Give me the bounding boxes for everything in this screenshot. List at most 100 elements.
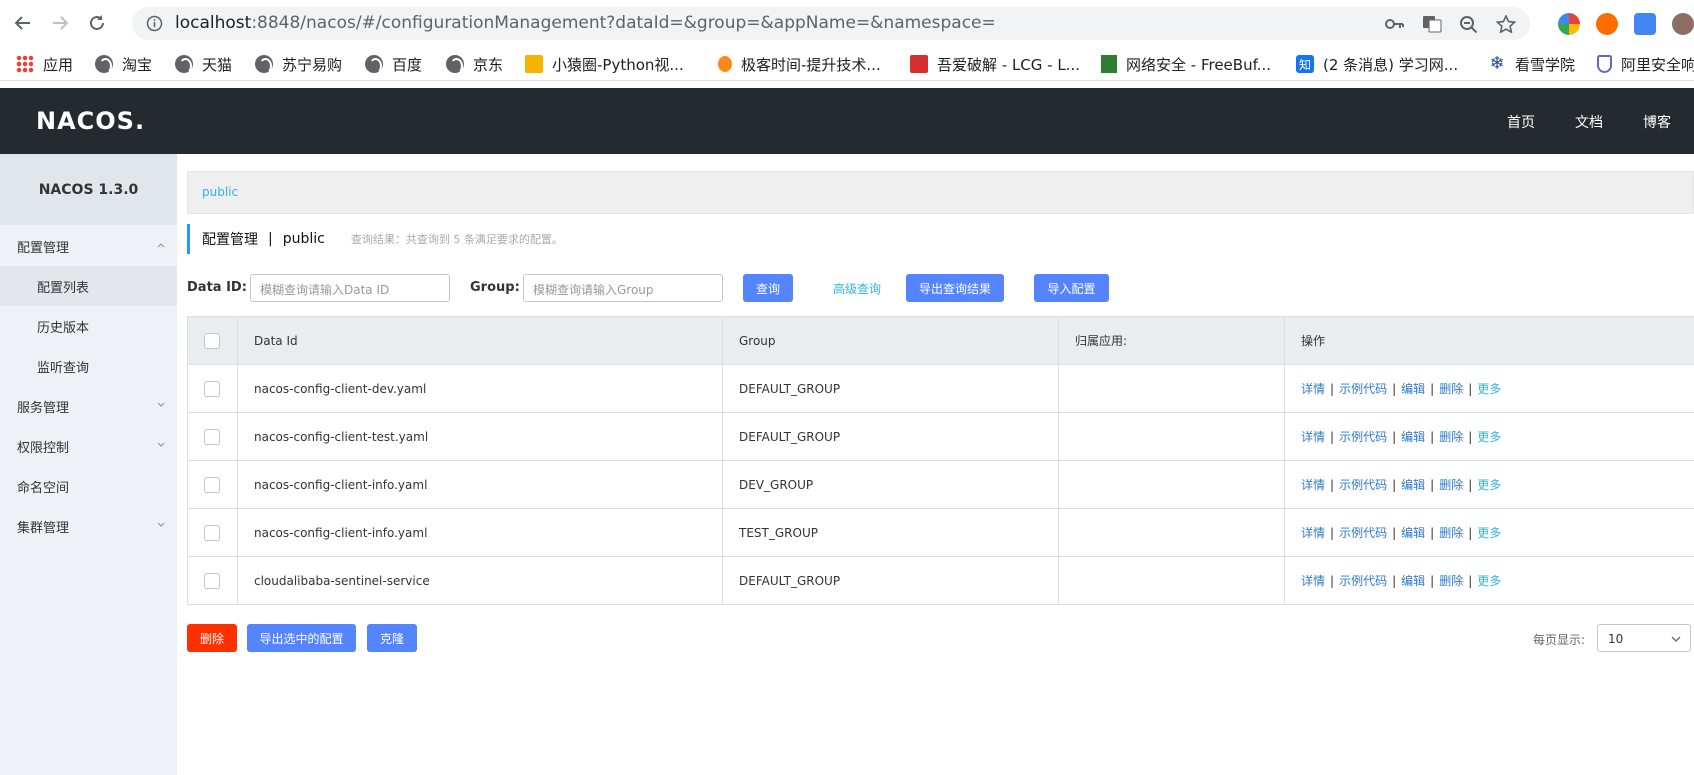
detail-link[interactable]: 详情 [1301, 476, 1325, 493]
zoom-out-icon[interactable] [1459, 15, 1479, 33]
sidebar-item-history[interactable]: 历史版本 [0, 306, 177, 346]
bookmark-suning[interactable]: 苏宁易购 [255, 53, 342, 75]
bookmark-aliyun-security[interactable]: 阿里安全响 [1597, 53, 1694, 75]
bookmark-tmall[interactable]: 天猫 [175, 53, 232, 75]
clone-button[interactable]: 克隆 [367, 624, 417, 652]
detail-link[interactable]: 详情 [1301, 428, 1325, 445]
bookmark-geekbang[interactable]: 极客时间-提升技术... [718, 53, 881, 75]
edit-link[interactable]: 编辑 [1401, 476, 1425, 493]
row-checkbox[interactable] [204, 476, 220, 493]
sidebar-item-config-management[interactable]: 配置管理 [0, 226, 177, 266]
export-results-button[interactable]: 导出查询结果 [906, 274, 1004, 302]
query-button[interactable]: 查询 [743, 274, 793, 302]
profile-avatar-icon[interactable] [1672, 13, 1694, 35]
dataid-search-input[interactable]: 模糊查询请输入Data ID [250, 274, 450, 302]
edit-link[interactable]: 编辑 [1401, 524, 1425, 541]
key-icon[interactable] [1384, 15, 1404, 33]
sample-code-link[interactable]: 示例代码 [1339, 380, 1387, 397]
delete-selected-button[interactable]: 删除 [187, 624, 237, 652]
nacos-logo[interactable]: NACOS. [36, 107, 145, 135]
browser-toolbar: localhost:8848/nacos/#/configurationMana… [0, 0, 1694, 46]
export-selected-button[interactable]: 导出选中的配置 [247, 624, 356, 652]
translate-icon[interactable] [1422, 15, 1442, 33]
action-separator: | [1430, 429, 1435, 444]
url-text: localhost:8848/nacos/#/configurationMana… [175, 13, 996, 33]
more-link[interactable]: 更多 [1477, 476, 1501, 493]
bookmark-freebuf[interactable]: 网络安全 - FreeBuf... [1101, 53, 1271, 75]
chrome-extension-icon[interactable] [1558, 13, 1580, 35]
import-config-button[interactable]: 导入配置 [1034, 274, 1109, 302]
select-all-checkbox[interactable] [204, 332, 220, 349]
row-checkbox[interactable] [204, 572, 220, 589]
bookmark-52pojie[interactable]: 吾爱破解 - LCG - L... [910, 53, 1080, 75]
bookmark-star-icon[interactable] [1496, 15, 1516, 33]
page-title: 配置管理 | public 查询结果：共查询到 5 条满足要求的配置。 [187, 224, 887, 254]
page-size-select[interactable]: 10 [1597, 624, 1691, 652]
address-bar[interactable]: localhost:8848/nacos/#/configurationMana… [132, 7, 1530, 40]
bookmark-xiaoyuanquan[interactable]: 小猿圈-Python视... [525, 53, 684, 75]
sample-code-link[interactable]: 示例代码 [1339, 524, 1387, 541]
nav-home[interactable]: 首页 [1507, 112, 1535, 132]
row-checkbox[interactable] [204, 524, 220, 541]
more-link[interactable]: 更多 [1477, 380, 1501, 397]
action-separator: | [1430, 525, 1435, 540]
sample-code-link[interactable]: 示例代码 [1339, 572, 1387, 589]
group-search-input[interactable]: 模糊查询请输入Group [523, 274, 723, 302]
column-header-app[interactable]: 归属应用: [1059, 317, 1285, 364]
site-icon [718, 56, 732, 72]
sidebar-item-access-control[interactable]: 权限控制 [0, 426, 177, 466]
bookmark-zhihu[interactable]: 知 (2 条消息) 学习网... [1296, 53, 1458, 75]
shield-icon [1597, 55, 1612, 73]
namespace-public-link[interactable]: public [202, 185, 238, 199]
delete-link[interactable]: 删除 [1439, 380, 1463, 397]
sidebar-item-service-management[interactable]: 服务管理 [0, 386, 177, 426]
sidebar-item-cluster-management[interactable]: 集群管理 [0, 506, 177, 546]
bookmark-apps[interactable]: 应用 [16, 53, 73, 75]
delete-link[interactable]: 删除 [1439, 572, 1463, 589]
infinity-extension-icon[interactable] [1596, 13, 1618, 35]
more-link[interactable]: 更多 [1477, 524, 1501, 541]
row-checkbox[interactable] [204, 380, 220, 397]
detail-link[interactable]: 详情 [1301, 572, 1325, 589]
back-icon[interactable] [11, 11, 35, 35]
advanced-query-link[interactable]: 高级查询 [833, 280, 881, 297]
page-size-label: 每页显示: [1533, 633, 1586, 647]
bookmark-baidu[interactable]: 百度 [365, 53, 422, 75]
bookmark-taobao[interactable]: 淘宝 [95, 53, 152, 75]
cell-dataid: nacos-config-client-info.yaml [238, 509, 723, 556]
reload-icon[interactable] [85, 11, 109, 35]
sidebar-item-listener-query[interactable]: 监听查询 [0, 346, 177, 386]
cell-app [1059, 461, 1285, 508]
bookmark-label: 京东 [473, 55, 504, 74]
edit-link[interactable]: 编辑 [1401, 428, 1425, 445]
delete-link[interactable]: 删除 [1439, 524, 1463, 541]
sample-code-link[interactable]: 示例代码 [1339, 428, 1387, 445]
globe-icon [175, 55, 193, 74]
delete-link[interactable]: 删除 [1439, 476, 1463, 493]
bookmark-kanxue[interactable]: ❄ 看雪学院 [1488, 53, 1575, 75]
delete-link[interactable]: 删除 [1439, 428, 1463, 445]
forward-icon[interactable] [48, 11, 72, 35]
detail-link[interactable]: 详情 [1301, 380, 1325, 397]
edit-link[interactable]: 编辑 [1401, 572, 1425, 589]
edit-link[interactable]: 编辑 [1401, 380, 1425, 397]
bookmark-jd[interactable]: 京东 [446, 53, 503, 75]
detail-link[interactable]: 详情 [1301, 524, 1325, 541]
site-info-icon[interactable] [146, 15, 163, 32]
nav-blog[interactable]: 博客 [1643, 112, 1671, 132]
row-checkbox[interactable] [204, 428, 220, 445]
sidebar-item-label: 配置列表 [37, 280, 90, 296]
sample-code-link[interactable]: 示例代码 [1339, 476, 1387, 493]
more-link[interactable]: 更多 [1477, 572, 1501, 589]
bookmarks-bar: 应用 淘宝 天猫 苏宁易购 百度 京东 小猿圈-Python视... 极客时间-… [0, 47, 1694, 81]
sidebar-item-namespace[interactable]: 命名空间 [0, 466, 177, 506]
cell-app [1059, 365, 1285, 412]
translate-extension-icon[interactable] [1634, 13, 1656, 35]
sidebar-item-config-list[interactable]: 配置列表 [0, 266, 177, 306]
zhihu-icon: 知 [1296, 55, 1314, 73]
namespace-bar: public [187, 171, 1694, 214]
more-link[interactable]: 更多 [1477, 428, 1501, 445]
column-header-group[interactable]: Group [723, 317, 1059, 364]
column-header-dataid[interactable]: Data Id [238, 317, 723, 364]
nav-docs[interactable]: 文档 [1575, 112, 1603, 132]
